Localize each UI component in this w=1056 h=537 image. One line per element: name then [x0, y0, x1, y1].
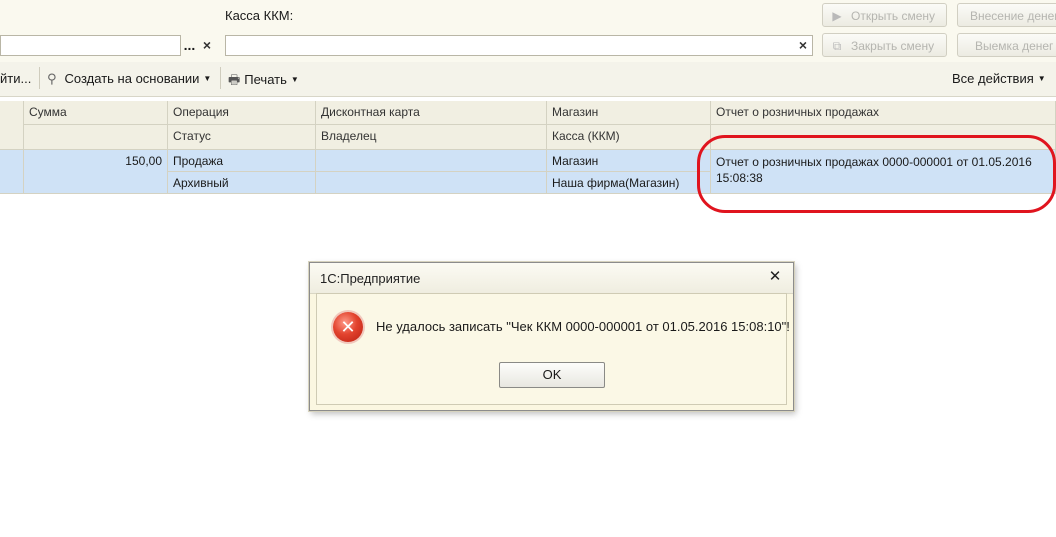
column-header-retail-report[interactable]: Отчет о розничных продажах — [711, 101, 1056, 125]
cell-status[interactable]: Архивный — [168, 172, 316, 194]
cell-sum[interactable]: 150,00 — [24, 150, 168, 194]
dialog-body: ✕ Не удалось записать "Чек ККМ 0000-0000… — [316, 293, 790, 405]
print-label: Печать — [244, 72, 287, 87]
ok-button[interactable]: OK — [499, 362, 605, 388]
withdraw-button[interactable]: Выемка денег — [957, 33, 1056, 57]
filter-input[interactable] — [0, 35, 181, 56]
deposit-button[interactable]: Внесение денег — [957, 3, 1056, 27]
cell-discount-card[interactable] — [316, 150, 547, 172]
kassa-input[interactable] — [225, 35, 813, 56]
column-header-shop[interactable]: Магазин — [547, 101, 711, 125]
column-header-marker — [0, 101, 24, 150]
printer-icon: 🖶 — [228, 72, 241, 87]
highlight-annotation — [697, 135, 1056, 213]
create-based-label: Создать на основании — [64, 71, 200, 86]
cell-register[interactable]: Наша фирма(Магазин) — [547, 172, 711, 194]
column-header-empty — [24, 125, 168, 150]
create-based-button[interactable]: ⚲ Создать на основании ▼ — [47, 71, 211, 87]
toolbar-divider — [220, 67, 221, 89]
column-header-sum[interactable]: Сумма — [24, 101, 168, 125]
column-header-owner[interactable]: Владелец — [316, 125, 547, 150]
column-header-register[interactable]: Касса (ККМ) — [547, 125, 711, 150]
play-icon: ▶ — [832, 9, 842, 23]
open-shift-button[interactable]: ▶ Открыть смену — [822, 3, 947, 27]
chevron-down-icon: ▼ — [203, 74, 212, 83]
close-shift-label: Закрыть смену — [851, 39, 935, 53]
cell-shop[interactable]: Магазин — [547, 150, 711, 172]
row-marker — [0, 150, 24, 194]
withdraw-label: Выемка денег — [975, 39, 1054, 53]
chevron-down-icon: ▼ — [1037, 74, 1046, 83]
deposit-label: Внесение денег — [970, 9, 1056, 23]
clear-icon[interactable]: × — [198, 36, 216, 55]
close-icon[interactable]: ✕ — [766, 268, 784, 286]
error-dialog: 1С:Предприятие ✕ ✕ Не удалось записать "… — [309, 262, 794, 411]
all-actions-label: Все действия — [952, 71, 1034, 86]
cell-owner[interactable] — [316, 172, 547, 194]
close-shift-button[interactable]: ⧉ Закрыть смену — [822, 33, 947, 57]
dialog-titlebar: 1С:Предприятие ✕ — [310, 263, 793, 294]
open-shift-label: Открыть смену — [851, 9, 936, 23]
kassa-label: Касса ККМ: — [225, 8, 294, 23]
toolbar-divider — [39, 67, 40, 89]
column-header-discount-card[interactable]: Дисконтная карта — [316, 101, 547, 125]
find-button[interactable]: йти... — [0, 71, 31, 86]
column-header-status[interactable]: Статус — [168, 125, 316, 150]
close-shift-icon: ⧉ — [832, 39, 842, 53]
column-header-operation[interactable]: Операция — [168, 101, 316, 125]
dialog-message: Не удалось записать "Чек ККМ 0000-000001… — [376, 319, 790, 334]
chevron-down-icon: ▼ — [290, 75, 299, 84]
select-button[interactable]: ... — [181, 35, 198, 56]
cell-operation[interactable]: Продажа — [168, 150, 316, 172]
kassa-clear-icon[interactable]: × — [795, 36, 811, 55]
dialog-title: 1С:Предприятие — [320, 271, 421, 286]
magnifier-icon: ⚲ — [47, 71, 57, 86]
all-actions-button[interactable]: Все действия ▼ — [952, 71, 1046, 86]
error-icon: ✕ — [333, 312, 363, 342]
print-button[interactable]: 🖶 Печать ▼ — [228, 71, 299, 93]
